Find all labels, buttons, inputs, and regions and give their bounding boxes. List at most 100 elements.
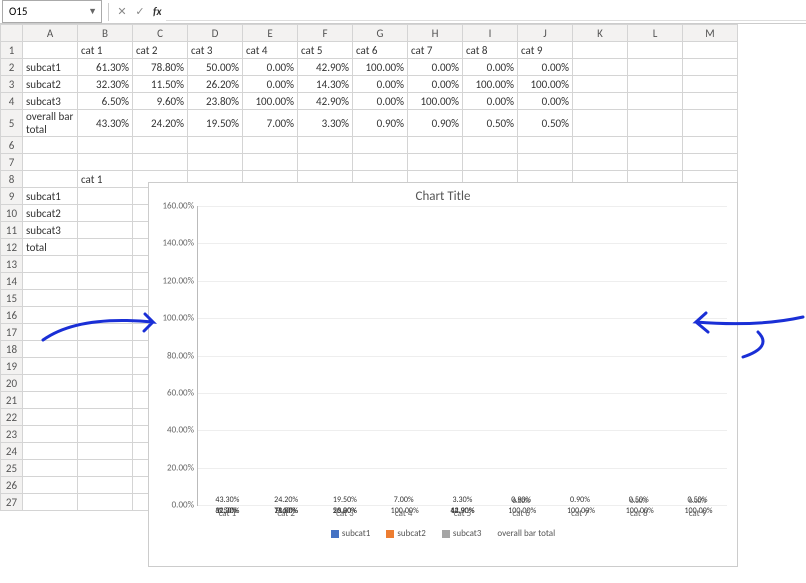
cell-H4[interactable]: 100.00% (408, 93, 463, 110)
cell-F4[interactable]: 42.90% (298, 93, 353, 110)
cell-B12[interactable] (78, 239, 133, 256)
cell-A16[interactable] (23, 307, 78, 324)
cell-C3[interactable]: 11.50% (133, 76, 188, 93)
row-header-27[interactable]: 27 (1, 494, 23, 511)
cell-K4[interactable] (573, 93, 628, 110)
cell-A19[interactable] (23, 358, 78, 375)
cell-A11[interactable]: subcat3 (23, 222, 78, 239)
cell-L2[interactable] (628, 59, 683, 76)
row-header-10[interactable]: 10 (1, 205, 23, 222)
cell-B2[interactable]: 61.30% (78, 59, 133, 76)
cell-J1[interactable]: cat 9 (518, 42, 573, 59)
row-header-17[interactable]: 17 (1, 324, 23, 341)
cell-F3[interactable]: 14.30% (298, 76, 353, 93)
cell-B4[interactable]: 6.50% (78, 93, 133, 110)
cell-B7[interactable] (78, 154, 133, 171)
select-all-corner[interactable] (1, 25, 23, 42)
cell-G7[interactable] (353, 154, 408, 171)
col-header-K[interactable]: K (573, 25, 628, 42)
cell-A14[interactable] (23, 273, 78, 290)
cell-A23[interactable] (23, 426, 78, 443)
cell-B25[interactable] (78, 460, 133, 477)
cell-D1[interactable]: cat 3 (188, 42, 243, 59)
row-header-24[interactable]: 24 (1, 443, 23, 460)
cell-J2[interactable]: 0.00% (518, 59, 573, 76)
cell-L3[interactable] (628, 76, 683, 93)
cell-M5[interactable] (683, 110, 738, 137)
row-header-4[interactable]: 4 (1, 93, 23, 110)
cell-L5[interactable] (628, 110, 683, 137)
row-header-8[interactable]: 8 (1, 171, 23, 188)
formula-input[interactable] (166, 3, 806, 21)
cell-L7[interactable] (628, 154, 683, 171)
cell-C7[interactable] (133, 154, 188, 171)
cell-A9[interactable]: subcat1 (23, 188, 78, 205)
cell-F7[interactable] (298, 154, 353, 171)
row-header-12[interactable]: 12 (1, 239, 23, 256)
cell-D7[interactable] (188, 154, 243, 171)
cell-M2[interactable] (683, 59, 738, 76)
cell-A1[interactable] (23, 42, 78, 59)
cell-I6[interactable] (463, 137, 518, 154)
name-box[interactable]: ▼ (2, 0, 102, 23)
cell-A17[interactable] (23, 324, 78, 341)
row-header-19[interactable]: 19 (1, 358, 23, 375)
row-header-26[interactable]: 26 (1, 477, 23, 494)
cell-B27[interactable] (78, 494, 133, 511)
row-header-7[interactable]: 7 (1, 154, 23, 171)
cell-B20[interactable] (78, 375, 133, 392)
cell-C4[interactable]: 9.60% (133, 93, 188, 110)
cell-M6[interactable] (683, 137, 738, 154)
cell-E2[interactable]: 0.00% (243, 59, 298, 76)
cell-E3[interactable]: 0.00% (243, 76, 298, 93)
cell-G3[interactable]: 0.00% (353, 76, 408, 93)
cell-A20[interactable] (23, 375, 78, 392)
col-header-D[interactable]: D (188, 25, 243, 42)
cell-A3[interactable]: subcat2 (23, 76, 78, 93)
cell-B17[interactable] (78, 324, 133, 341)
row-header-25[interactable]: 25 (1, 460, 23, 477)
cell-I1[interactable]: cat 8 (463, 42, 518, 59)
row-header-14[interactable]: 14 (1, 273, 23, 290)
cell-H7[interactable] (408, 154, 463, 171)
cell-I7[interactable] (463, 154, 518, 171)
cell-A18[interactable] (23, 341, 78, 358)
cell-E5[interactable]: 7.00% (243, 110, 298, 137)
cell-A24[interactable] (23, 443, 78, 460)
cell-L1[interactable] (628, 42, 683, 59)
row-header-20[interactable]: 20 (1, 375, 23, 392)
cell-M7[interactable] (683, 154, 738, 171)
cell-J4[interactable]: 0.00% (518, 93, 573, 110)
cell-A26[interactable] (23, 477, 78, 494)
cell-K1[interactable] (573, 42, 628, 59)
row-header-16[interactable]: 16 (1, 307, 23, 324)
cell-A15[interactable] (23, 290, 78, 307)
cell-A21[interactable] (23, 392, 78, 409)
cell-K7[interactable] (573, 154, 628, 171)
cell-E4[interactable]: 100.00% (243, 93, 298, 110)
cell-J5[interactable]: 0.50% (518, 110, 573, 137)
cell-D5[interactable]: 19.50% (188, 110, 243, 137)
cell-A10[interactable]: subcat2 (23, 205, 78, 222)
cell-J7[interactable] (518, 154, 573, 171)
cell-A13[interactable] (23, 256, 78, 273)
row-header-18[interactable]: 18 (1, 341, 23, 358)
cell-B1[interactable]: cat 1 (78, 42, 133, 59)
col-header-L[interactable]: L (628, 25, 683, 42)
cell-I2[interactable]: 0.00% (463, 59, 518, 76)
cell-D3[interactable]: 26.20% (188, 76, 243, 93)
cell-F6[interactable] (298, 137, 353, 154)
cell-A2[interactable]: subcat1 (23, 59, 78, 76)
cell-K3[interactable] (573, 76, 628, 93)
col-header-J[interactable]: J (518, 25, 573, 42)
cell-B10[interactable] (78, 205, 133, 222)
cell-M3[interactable] (683, 76, 738, 93)
cell-E1[interactable]: cat 4 (243, 42, 298, 59)
cell-B19[interactable] (78, 358, 133, 375)
cell-L4[interactable] (628, 93, 683, 110)
row-header-22[interactable]: 22 (1, 409, 23, 426)
cell-B3[interactable]: 32.30% (78, 76, 133, 93)
cell-L6[interactable] (628, 137, 683, 154)
cell-B18[interactable] (78, 341, 133, 358)
cell-A27[interactable] (23, 494, 78, 511)
